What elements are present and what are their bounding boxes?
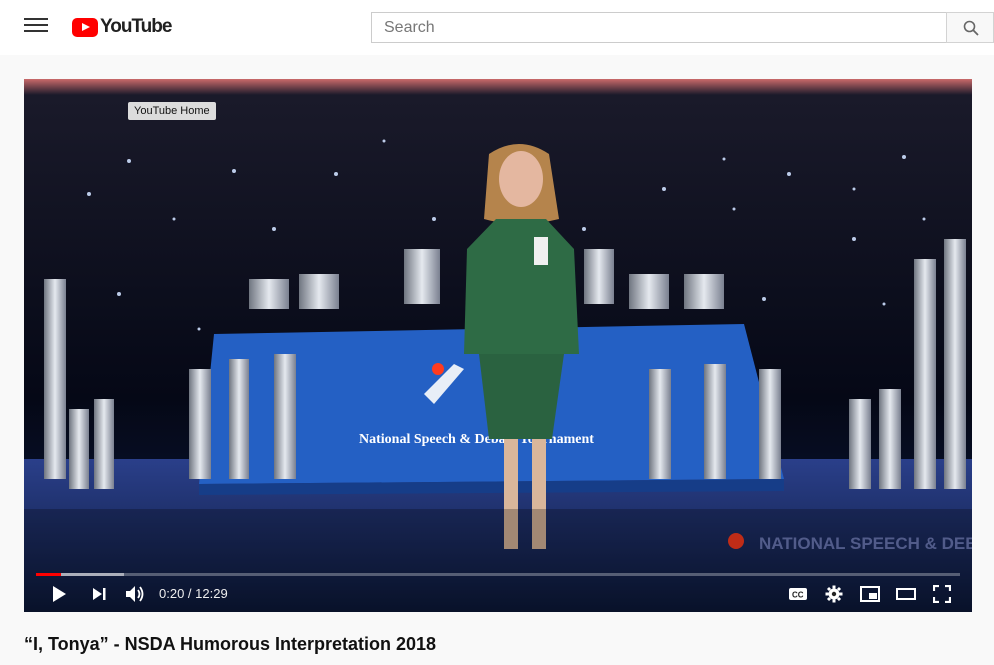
youtube-logo[interactable]: YouTube — [72, 15, 172, 39]
video-title: “I, Tonya” - NSDA Humorous Interpretatio… — [24, 634, 437, 654]
fullscreen-icon — [933, 585, 951, 603]
progress-bar[interactable] — [36, 573, 960, 576]
banner-text: National Speech & Debate Tournament — [359, 432, 594, 447]
play-icon — [53, 586, 66, 602]
captions-button[interactable]: CC — [783, 582, 813, 606]
duration: 12:29 — [195, 586, 228, 601]
logo-text: YouTube — [100, 16, 172, 37]
miniplayer-icon — [860, 586, 880, 602]
played-bar — [36, 573, 61, 576]
search-input[interactable] — [371, 12, 947, 43]
menu-icon[interactable] — [24, 18, 48, 36]
fullscreen-button[interactable] — [927, 582, 957, 606]
volume-icon — [126, 586, 144, 602]
masthead: YouTube — [0, 0, 994, 55]
current-time: 0:20 — [159, 586, 185, 601]
next-icon — [93, 588, 106, 600]
youtube-home-tooltip: YouTube Home — [128, 102, 216, 120]
miniplayer-button[interactable] — [855, 582, 885, 606]
gear-icon — [825, 585, 843, 603]
theater-icon — [896, 588, 916, 600]
next-button[interactable] — [84, 582, 114, 606]
volume-button[interactable] — [120, 582, 150, 606]
time-display: 0:20 / 12:29 — [159, 586, 228, 601]
svg-text:CC: CC — [792, 591, 804, 600]
search-button[interactable] — [946, 12, 994, 43]
play-logo-icon — [72, 17, 98, 37]
video-frame: National Speech & Debate Tournament NATI… — [24, 79, 972, 612]
play-button[interactable] — [44, 582, 74, 606]
settings-button[interactable] — [819, 582, 849, 606]
video-player[interactable]: National Speech & Debate Tournament NATI… — [24, 79, 972, 612]
theater-mode-button[interactable] — [891, 582, 921, 606]
search-icon — [963, 20, 979, 36]
time-separator: / — [184, 586, 196, 601]
captions-icon: CC — [789, 588, 807, 600]
